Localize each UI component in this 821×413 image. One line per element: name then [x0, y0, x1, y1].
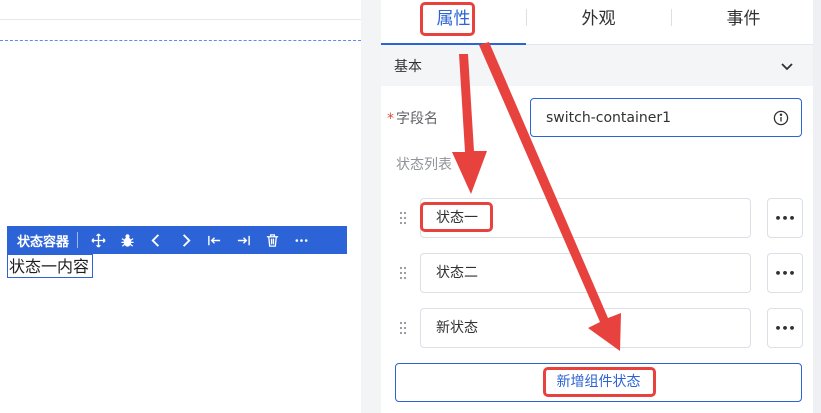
field-name-input[interactable]: switch-container1 [530, 98, 802, 137]
required-mark: * [387, 111, 394, 127]
canvas-top-border [0, 19, 361, 20]
state-row: 新状态 ••• [381, 308, 813, 348]
state-row: 状态二 ••• [381, 253, 813, 293]
chevron-right-icon[interactable] [175, 230, 195, 250]
chevron-left-icon[interactable] [146, 230, 166, 250]
state-name-input[interactable]: 状态二 [420, 253, 751, 293]
tab-events[interactable]: 事件 [671, 0, 816, 44]
field-name-label: * 字段名 [387, 108, 438, 128]
section-title: 基本 [394, 58, 422, 75]
tab-properties[interactable]: 属性 [381, 0, 526, 45]
move-to-end-icon[interactable] [233, 230, 253, 250]
more-icon[interactable] [291, 230, 311, 250]
state-row: 状态一 ••• [381, 198, 813, 238]
tab-divider [526, 9, 527, 26]
bug-icon[interactable] [117, 230, 137, 250]
drag-handle-icon[interactable] [399, 211, 407, 225]
panel-tabs: 属性 外观 事件 [381, 0, 821, 45]
tab-divider [671, 9, 672, 26]
state-content[interactable]: 状态一内容 [7, 254, 93, 278]
component-toolbar: 状态容器 [7, 226, 347, 254]
field-name-text: 字段名 [396, 111, 438, 127]
canvas-guide-line [0, 40, 361, 41]
section-basic-header[interactable]: 基本 [381, 45, 813, 86]
move-to-start-icon[interactable] [204, 230, 224, 250]
field-name-value: switch-container1 [546, 109, 671, 126]
info-icon[interactable] [773, 110, 789, 126]
delete-icon[interactable] [262, 230, 282, 250]
panel-gutter [361, 0, 381, 413]
tab-appearance[interactable]: 外观 [526, 0, 671, 44]
chevron-down-icon[interactable] [779, 58, 795, 74]
state-name-input[interactable]: 新状态 [420, 308, 751, 348]
property-panel: 属性 外观 事件 基本 * 字段名 switch-container1 状态列表 … [381, 0, 821, 413]
state-more-button[interactable]: ••• [767, 198, 803, 238]
state-list-label: 状态列表 [396, 157, 452, 173]
state-more-button[interactable]: ••• [767, 253, 803, 293]
state-more-button[interactable]: ••• [767, 308, 803, 348]
toolbar-divider [77, 232, 79, 248]
design-canvas[interactable]: 状态容器 状态一内容 [0, 0, 361, 413]
drag-handle-icon[interactable] [399, 266, 407, 280]
move-icon[interactable] [88, 230, 108, 250]
panel-scrollbar[interactable] [813, 0, 821, 413]
toolbar-title: 状态容器 [17, 234, 70, 250]
add-state-button[interactable]: 新增组件状态 [395, 363, 802, 402]
state-name-input[interactable]: 状态一 [420, 198, 751, 238]
drag-handle-icon[interactable] [399, 321, 407, 335]
